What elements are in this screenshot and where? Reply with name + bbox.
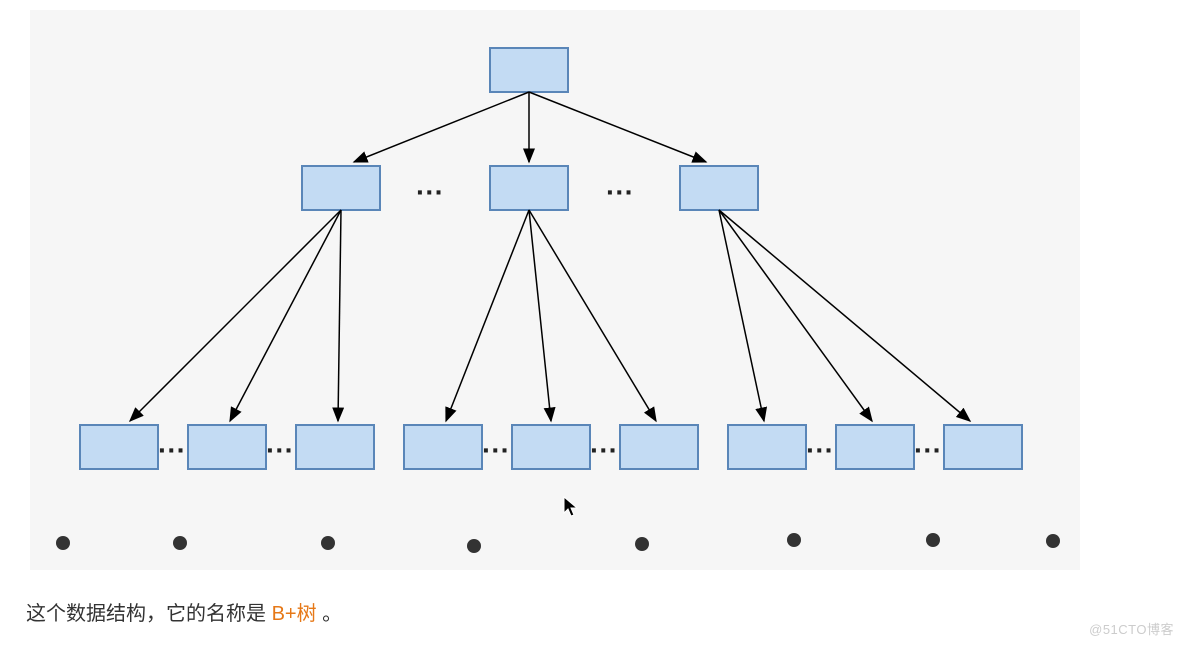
- tree-diagram: ··· ··· ··· ··· ··· ··· ··· ···: [30, 10, 1080, 570]
- leaf-node-5: [512, 425, 590, 469]
- caption-suffix: 。: [317, 603, 343, 625]
- leaf-node-3: [296, 425, 374, 469]
- leaf-node-6: [620, 425, 698, 469]
- leaf-node-1: [80, 425, 158, 469]
- leaf-node-4: [404, 425, 482, 469]
- level1-ellipsis-1: ···: [416, 176, 444, 207]
- arrow-l1-2-a: [446, 210, 529, 421]
- data-dot-5: [635, 537, 649, 551]
- level1-node-1: [302, 166, 380, 210]
- level1-node-3: [680, 166, 758, 210]
- caption-highlight: B+树: [272, 603, 317, 625]
- leaf-ellipsis-6: ···: [914, 434, 942, 465]
- level1-ellipsis-2: ···: [606, 176, 634, 207]
- data-dot-1: [56, 536, 70, 550]
- leaf-ellipsis-1: ···: [158, 434, 186, 465]
- root-node: [490, 48, 568, 92]
- arrow-l1-1-a: [130, 210, 341, 421]
- data-dot-2: [173, 536, 187, 550]
- leaf-node-2: [188, 425, 266, 469]
- leaf-node-8: [836, 425, 914, 469]
- leaf-node-9: [944, 425, 1022, 469]
- data-dot-4: [467, 539, 481, 553]
- arrow-l1-1-c: [338, 210, 341, 421]
- caption-prefix: 这个数据结构，它的名称是: [26, 603, 272, 625]
- data-dot-8: [1046, 534, 1060, 548]
- tree-svg: ··· ··· ··· ··· ··· ··· ··· ···: [30, 10, 1080, 570]
- caption-text: 这个数据结构，它的名称是 B+树 。: [26, 597, 342, 626]
- level1-node-2: [490, 166, 568, 210]
- watermark: @51CTO博客: [1089, 619, 1174, 638]
- arrow-root-3: [529, 92, 706, 162]
- leaf-ellipsis-3: ···: [482, 434, 510, 465]
- data-dot-6: [787, 533, 801, 547]
- arrow-root-1: [354, 92, 529, 162]
- data-dot-3: [321, 536, 335, 550]
- data-dot-7: [926, 533, 940, 547]
- arrow-l1-1-b: [230, 210, 341, 421]
- leaf-node-7: [728, 425, 806, 469]
- leaf-ellipsis-2: ···: [266, 434, 294, 465]
- leaf-ellipsis-4: ···: [590, 434, 618, 465]
- leaf-ellipsis-5: ···: [806, 434, 834, 465]
